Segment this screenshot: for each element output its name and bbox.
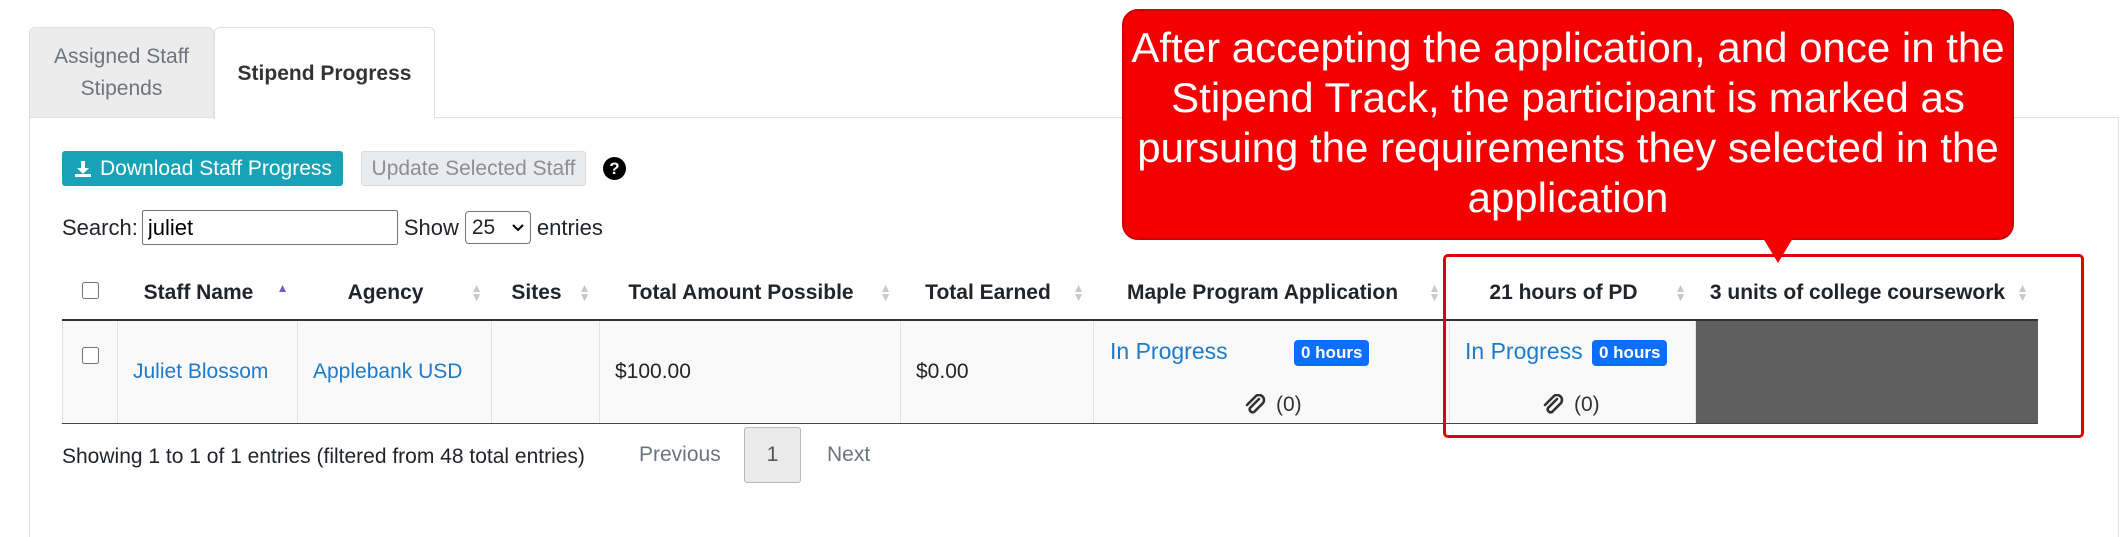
maple-hours-badge: 0 hours — [1294, 340, 1370, 366]
attachment-count: (0) — [1574, 392, 1600, 416]
staff-progress-table: Staff Name ▲▼ Agency ▲▼ Sites ▲▼ Total A… — [62, 266, 2038, 424]
paperclip-icon — [1543, 393, 1564, 414]
next-page-button[interactable]: Next — [827, 427, 870, 483]
column-label: Agency — [347, 280, 424, 304]
sort-icon: ▲ ▼ — [879, 280, 892, 304]
tab-assigned-staff-stipends[interactable]: Assigned Staff Stipends — [29, 27, 214, 118]
download-label: Download Staff Progress — [100, 156, 332, 180]
tab-label: Assigned Staff Stipends — [53, 45, 190, 100]
maple-attachments[interactable]: (0) — [1244, 393, 1302, 417]
column-header-total-amount-possible[interactable]: Total Amount Possible ▲ ▼ — [599, 266, 901, 321]
show-label: Show — [403, 214, 459, 240]
sites-cell — [491, 320, 600, 424]
column-label: Total Earned — [925, 280, 1051, 304]
total-possible-cell: $100.00 — [599, 320, 901, 424]
pd-hours-badge: 0 hours — [1592, 340, 1668, 366]
column-header-agency[interactable]: Agency ▲ ▼ — [297, 266, 492, 321]
download-staff-progress-button[interactable]: Download Staff Progress — [62, 151, 343, 186]
pd-status-link[interactable]: In Progress — [1465, 338, 1583, 365]
sort-icon: ▲ ▼ — [1674, 280, 1687, 304]
tab-label: Stipend Progress — [237, 61, 412, 85]
select-all-header — [62, 266, 118, 321]
annotation-callout: After accepting the application, and onc… — [1122, 9, 2014, 240]
column-label: Total Amount Possible — [628, 280, 854, 304]
coursework-cell-unselected — [1695, 320, 2038, 424]
search-input[interactable] — [141, 210, 398, 245]
maple-status-link[interactable]: In Progress — [1110, 338, 1228, 365]
maple-application-cell: In Progress 0 hours (0) — [1093, 320, 1450, 424]
staff-name-link[interactable]: Juliet Blossom — [133, 360, 268, 383]
sort-asc-icon: ▲▼ — [276, 280, 289, 295]
sort-icon: ▲ ▼ — [1428, 280, 1441, 304]
column-label: 3 units of college coursework — [1709, 280, 2006, 304]
row-select-cell — [62, 320, 118, 424]
update-selected-staff-button[interactable]: Update Selected Staff — [361, 151, 586, 186]
table-controls: Search: Show 25 entries — [62, 210, 603, 245]
column-label: Sites — [511, 280, 562, 304]
entries-label: entries — [536, 214, 603, 240]
column-header-sites[interactable]: Sites ▲ ▼ — [491, 266, 600, 321]
agency-cell: Applebank USD — [297, 320, 492, 424]
row-checkbox[interactable] — [81, 346, 99, 364]
entries-select[interactable]: 25 — [464, 211, 531, 244]
sort-icon: ▲ ▼ — [2016, 280, 2029, 304]
select-all-checkbox[interactable] — [81, 281, 99, 299]
annotation-text: After accepting the application, and onc… — [1131, 24, 2005, 221]
question-circle-icon[interactable]: ? — [603, 157, 626, 180]
column-header-maple-program-application[interactable]: Maple Program Application ▲ ▼ — [1093, 266, 1450, 321]
agency-link[interactable]: Applebank USD — [313, 360, 462, 383]
table-row: Juliet Blossom Applebank USD $100.00 $0.… — [62, 320, 2038, 424]
page-1-button[interactable]: 1 — [744, 427, 801, 483]
sort-icon: ▲ ▼ — [578, 280, 591, 304]
column-label: 21 hours of PD — [1489, 280, 1638, 304]
tab-stipend-progress[interactable]: Stipend Progress — [214, 27, 435, 119]
column-label: Staff Name — [143, 280, 254, 304]
column-header-staff-name[interactable]: Staff Name ▲▼ — [117, 266, 298, 321]
pd-attachments[interactable]: (0) — [1542, 393, 1600, 417]
staff-name-cell: Juliet Blossom — [117, 320, 298, 424]
table-info: Showing 1 to 1 of 1 entries (filtered fr… — [62, 445, 585, 468]
column-header-3-units-of-college-coursework[interactable]: 3 units of college coursework ▲ ▼ — [1695, 266, 2038, 321]
paperclip-icon — [1245, 393, 1266, 414]
download-icon — [75, 160, 91, 177]
previous-page-button[interactable]: Previous — [639, 427, 721, 483]
total-earned-cell: $0.00 — [900, 320, 1094, 424]
column-header-total-earned[interactable]: Total Earned ▲ ▼ — [900, 266, 1094, 321]
sort-icon: ▲ ▼ — [470, 280, 483, 304]
entries-value: 25 — [471, 215, 496, 239]
search-label: Search: — [62, 214, 138, 240]
table-header-row: Staff Name ▲▼ Agency ▲▼ Sites ▲▼ Total A… — [62, 266, 2038, 321]
pd-hours-cell: In Progress 0 hours (0) — [1449, 320, 1696, 424]
attachment-count: (0) — [1276, 392, 1302, 416]
column-header-21-hours-of-pd[interactable]: 21 hours of PD ▲ ▼ — [1449, 266, 1696, 321]
chevron-down-icon — [512, 223, 524, 231]
sort-icon: ▲ ▼ — [1072, 280, 1085, 304]
annotation-callout-tail — [1763, 238, 1793, 263]
update-label: Update Selected Staff — [371, 156, 576, 180]
column-label: Maple Program Application — [1126, 280, 1399, 304]
